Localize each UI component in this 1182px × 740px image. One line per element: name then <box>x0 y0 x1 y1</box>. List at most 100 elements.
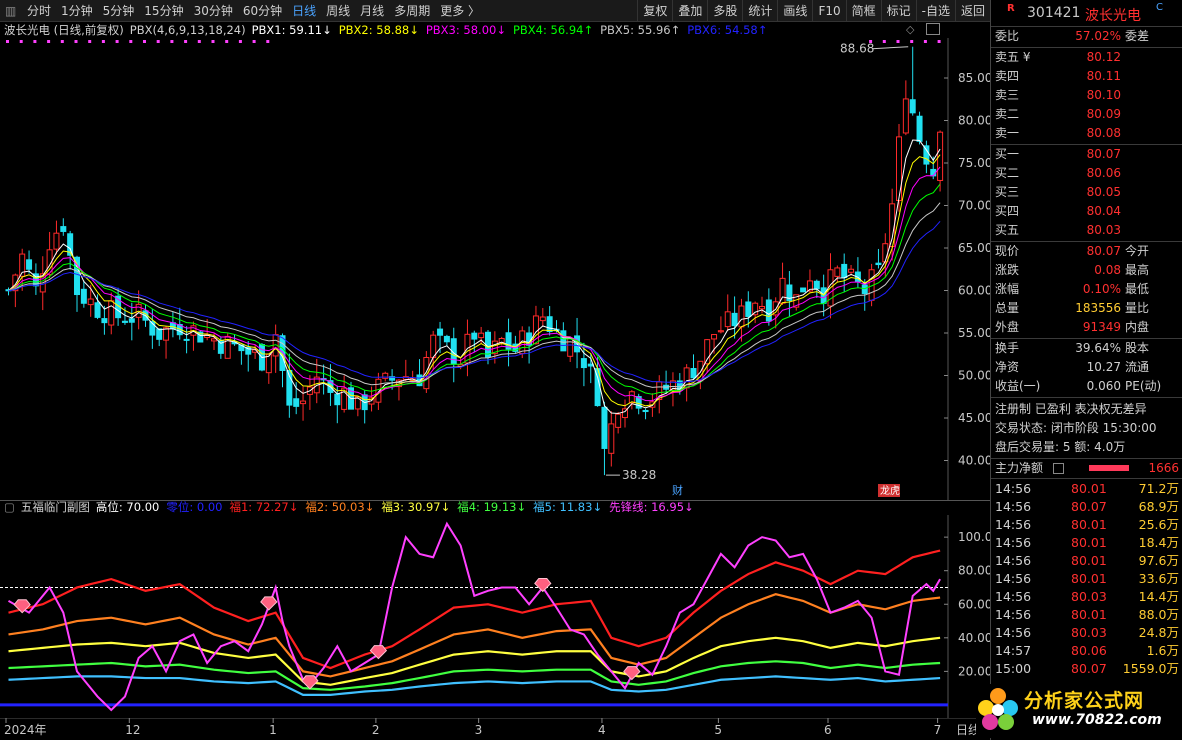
candle <box>724 294 731 331</box>
period-tab-4[interactable]: 30分钟 <box>189 0 238 22</box>
main-flow-row[interactable]: 主力净额 1666 <box>991 459 1182 478</box>
ma-line <box>8 139 941 414</box>
price-tick-label: 65.00 <box>958 241 990 255</box>
date-axis: 2024年 12 1 2 3 4 5 6 7 日线 <box>0 718 990 737</box>
pin-icon[interactable]: ◇ <box>906 23 914 36</box>
flow-list-icon[interactable] <box>1053 463 1064 474</box>
legend-label: 福3: 30.97 <box>381 500 441 514</box>
toolbar-menu-icon[interactable]: ▥ <box>0 0 22 22</box>
date-tick-label: 2 <box>372 723 380 737</box>
tick-time: 14:56 <box>995 499 1032 514</box>
legend-item: PBX1: 59.11↓ <box>252 23 332 37</box>
period-tab-10[interactable]: 更多 〉 <box>435 0 485 22</box>
period-tab-0[interactable]: 分时 <box>22 0 56 22</box>
candle <box>628 390 635 410</box>
signal-dot <box>156 40 160 43</box>
candle <box>80 280 87 308</box>
tick-time: 14:56 <box>995 625 1032 640</box>
candle <box>622 399 628 428</box>
signal-dot <box>266 40 270 43</box>
sub-chart-header: ▢ 五福临门副图 高位: 70.00 零位: 0.00 福1: 72.27↓ 福2: … <box>0 499 948 515</box>
candle <box>176 307 183 340</box>
weibi-row: 委比 57.02% 委差 <box>991 27 1182 46</box>
legend-item: 福5: 11.83↓ <box>533 499 602 515</box>
row-value: 0.08 <box>1094 263 1121 277</box>
row-value: 80.07 <box>1086 147 1121 161</box>
tick-time: 14:56 <box>995 553 1032 568</box>
period-tab-1[interactable]: 1分钟 <box>56 0 98 22</box>
financial-report-marker[interactable]: 财 <box>672 483 683 497</box>
toolbar-action-7[interactable]: 标记 <box>880 0 916 22</box>
period-tabs: 分时 1分钟 5分钟 15分钟 30分钟 60分钟 日线 周线 月线 多周期 更多 〉 <box>22 0 485 22</box>
sub-chart-title[interactable]: 五福临门副图 <box>21 499 90 515</box>
candle <box>87 284 94 317</box>
period-tab-5[interactable]: 60分钟 <box>238 0 287 22</box>
toolbar-action-2[interactable]: 多股 <box>707 0 742 22</box>
legend-label: 福1: 72.27 <box>229 500 289 514</box>
tick-price: 80.01 <box>1071 481 1107 496</box>
row-value: 80.10 <box>1086 88 1121 102</box>
oscillator-chart[interactable]: 20.00 40.00 60.00 80.00 100.00 <box>0 515 990 718</box>
toolbar-action-1[interactable]: 叠加 <box>672 0 707 22</box>
sell-level-row: 卖三 80.10 <box>991 86 1182 105</box>
osc-tick-label: 20.00 <box>958 664 990 678</box>
candle <box>656 375 663 414</box>
quote-stat-row: 总量 183556 量比 <box>991 299 1182 318</box>
signal-dot <box>238 40 242 43</box>
row-label-2: 流通 <box>1125 360 1150 374</box>
longhu-marker[interactable]: 龙虎 <box>880 484 900 497</box>
date-tick-label: 3 <box>475 723 483 737</box>
tick-price: 80.03 <box>1071 625 1107 640</box>
row-label-2: PE(动) <box>1125 379 1162 393</box>
toolbar-action-9[interactable]: 返回 <box>954 0 990 22</box>
candle <box>765 288 772 326</box>
main-flow-label: 主力净额 <box>995 461 1044 475</box>
period-tab-3[interactable]: 15分钟 <box>139 0 188 22</box>
legend-item: PBX3: 58.00↓ <box>426 23 506 37</box>
row-value: 57.02% <box>1075 29 1121 43</box>
candle <box>306 375 313 410</box>
sub-chart-menu-icon[interactable]: ▢ <box>4 500 15 514</box>
stock-name[interactable]: 波长光电 <box>1085 5 1141 25</box>
row-value: 80.05 <box>1086 185 1121 199</box>
legend-label: 福4: 19.13 <box>457 500 517 514</box>
row-value: 183556 <box>1075 301 1121 315</box>
period-tab-8[interactable]: 月线 <box>355 0 389 22</box>
toolbar-action-3[interactable]: 统计 <box>742 0 777 22</box>
candlestick-chart[interactable]: 40.00 45.00 50.00 55.00 60.00 65.00 70.00 75.00… <box>0 38 990 500</box>
tick-price: 80.03 <box>1071 589 1107 604</box>
period-tab-6[interactable]: 日线 <box>287 0 321 22</box>
diamond-signal-icon <box>369 645 388 660</box>
tick-volume: 25.6万 <box>1138 517 1179 532</box>
toolbar-action-4[interactable]: 画线 <box>777 0 812 22</box>
legend-arrow: ↓ <box>288 500 299 514</box>
legend-arrow: ↓ <box>364 500 375 514</box>
row-value: 0.10% <box>1082 282 1121 296</box>
legend-label: 福5: 11.83 <box>533 500 593 514</box>
candle <box>902 80 909 136</box>
indicator-name[interactable]: PBX(4,6,9,13,18,24) <box>130 23 246 37</box>
legend-item: 福1: 72.27↓ <box>229 499 298 515</box>
legend-label: 零位: 0.00 <box>166 500 223 514</box>
candle <box>711 334 718 354</box>
tick-volume: 68.9万 <box>1138 499 1179 514</box>
osc-tick-label: 80.00 <box>958 564 990 578</box>
trade-tick-row: 14:56 80.03 14.4万 <box>995 588 1182 606</box>
signal-dot <box>937 40 941 43</box>
toolbar-action-5[interactable]: F10 <box>812 0 845 22</box>
candle <box>875 248 882 269</box>
tick-price: 80.01 <box>1071 517 1107 532</box>
candle <box>156 328 163 347</box>
period-tab-9[interactable]: 多周期 <box>389 0 435 22</box>
period-tab-2[interactable]: 5分钟 <box>98 0 140 22</box>
signal-dot <box>74 40 78 43</box>
signal-dot <box>896 40 900 43</box>
toolbar-action-6[interactable]: 简框 <box>845 0 881 22</box>
date-tick-label: 7 <box>934 723 942 737</box>
toolbar-action-8[interactable]: -自选 <box>915 0 955 22</box>
toolbar-action-0[interactable]: 复权 <box>637 0 672 22</box>
period-tab-7[interactable]: 周线 <box>321 0 355 22</box>
trade-tick-row: 14:56 80.01 25.6万 <box>995 516 1182 534</box>
layout-toggle-icon[interactable] <box>926 23 940 35</box>
legend-label: 先锋线: 16.95 <box>609 500 685 514</box>
